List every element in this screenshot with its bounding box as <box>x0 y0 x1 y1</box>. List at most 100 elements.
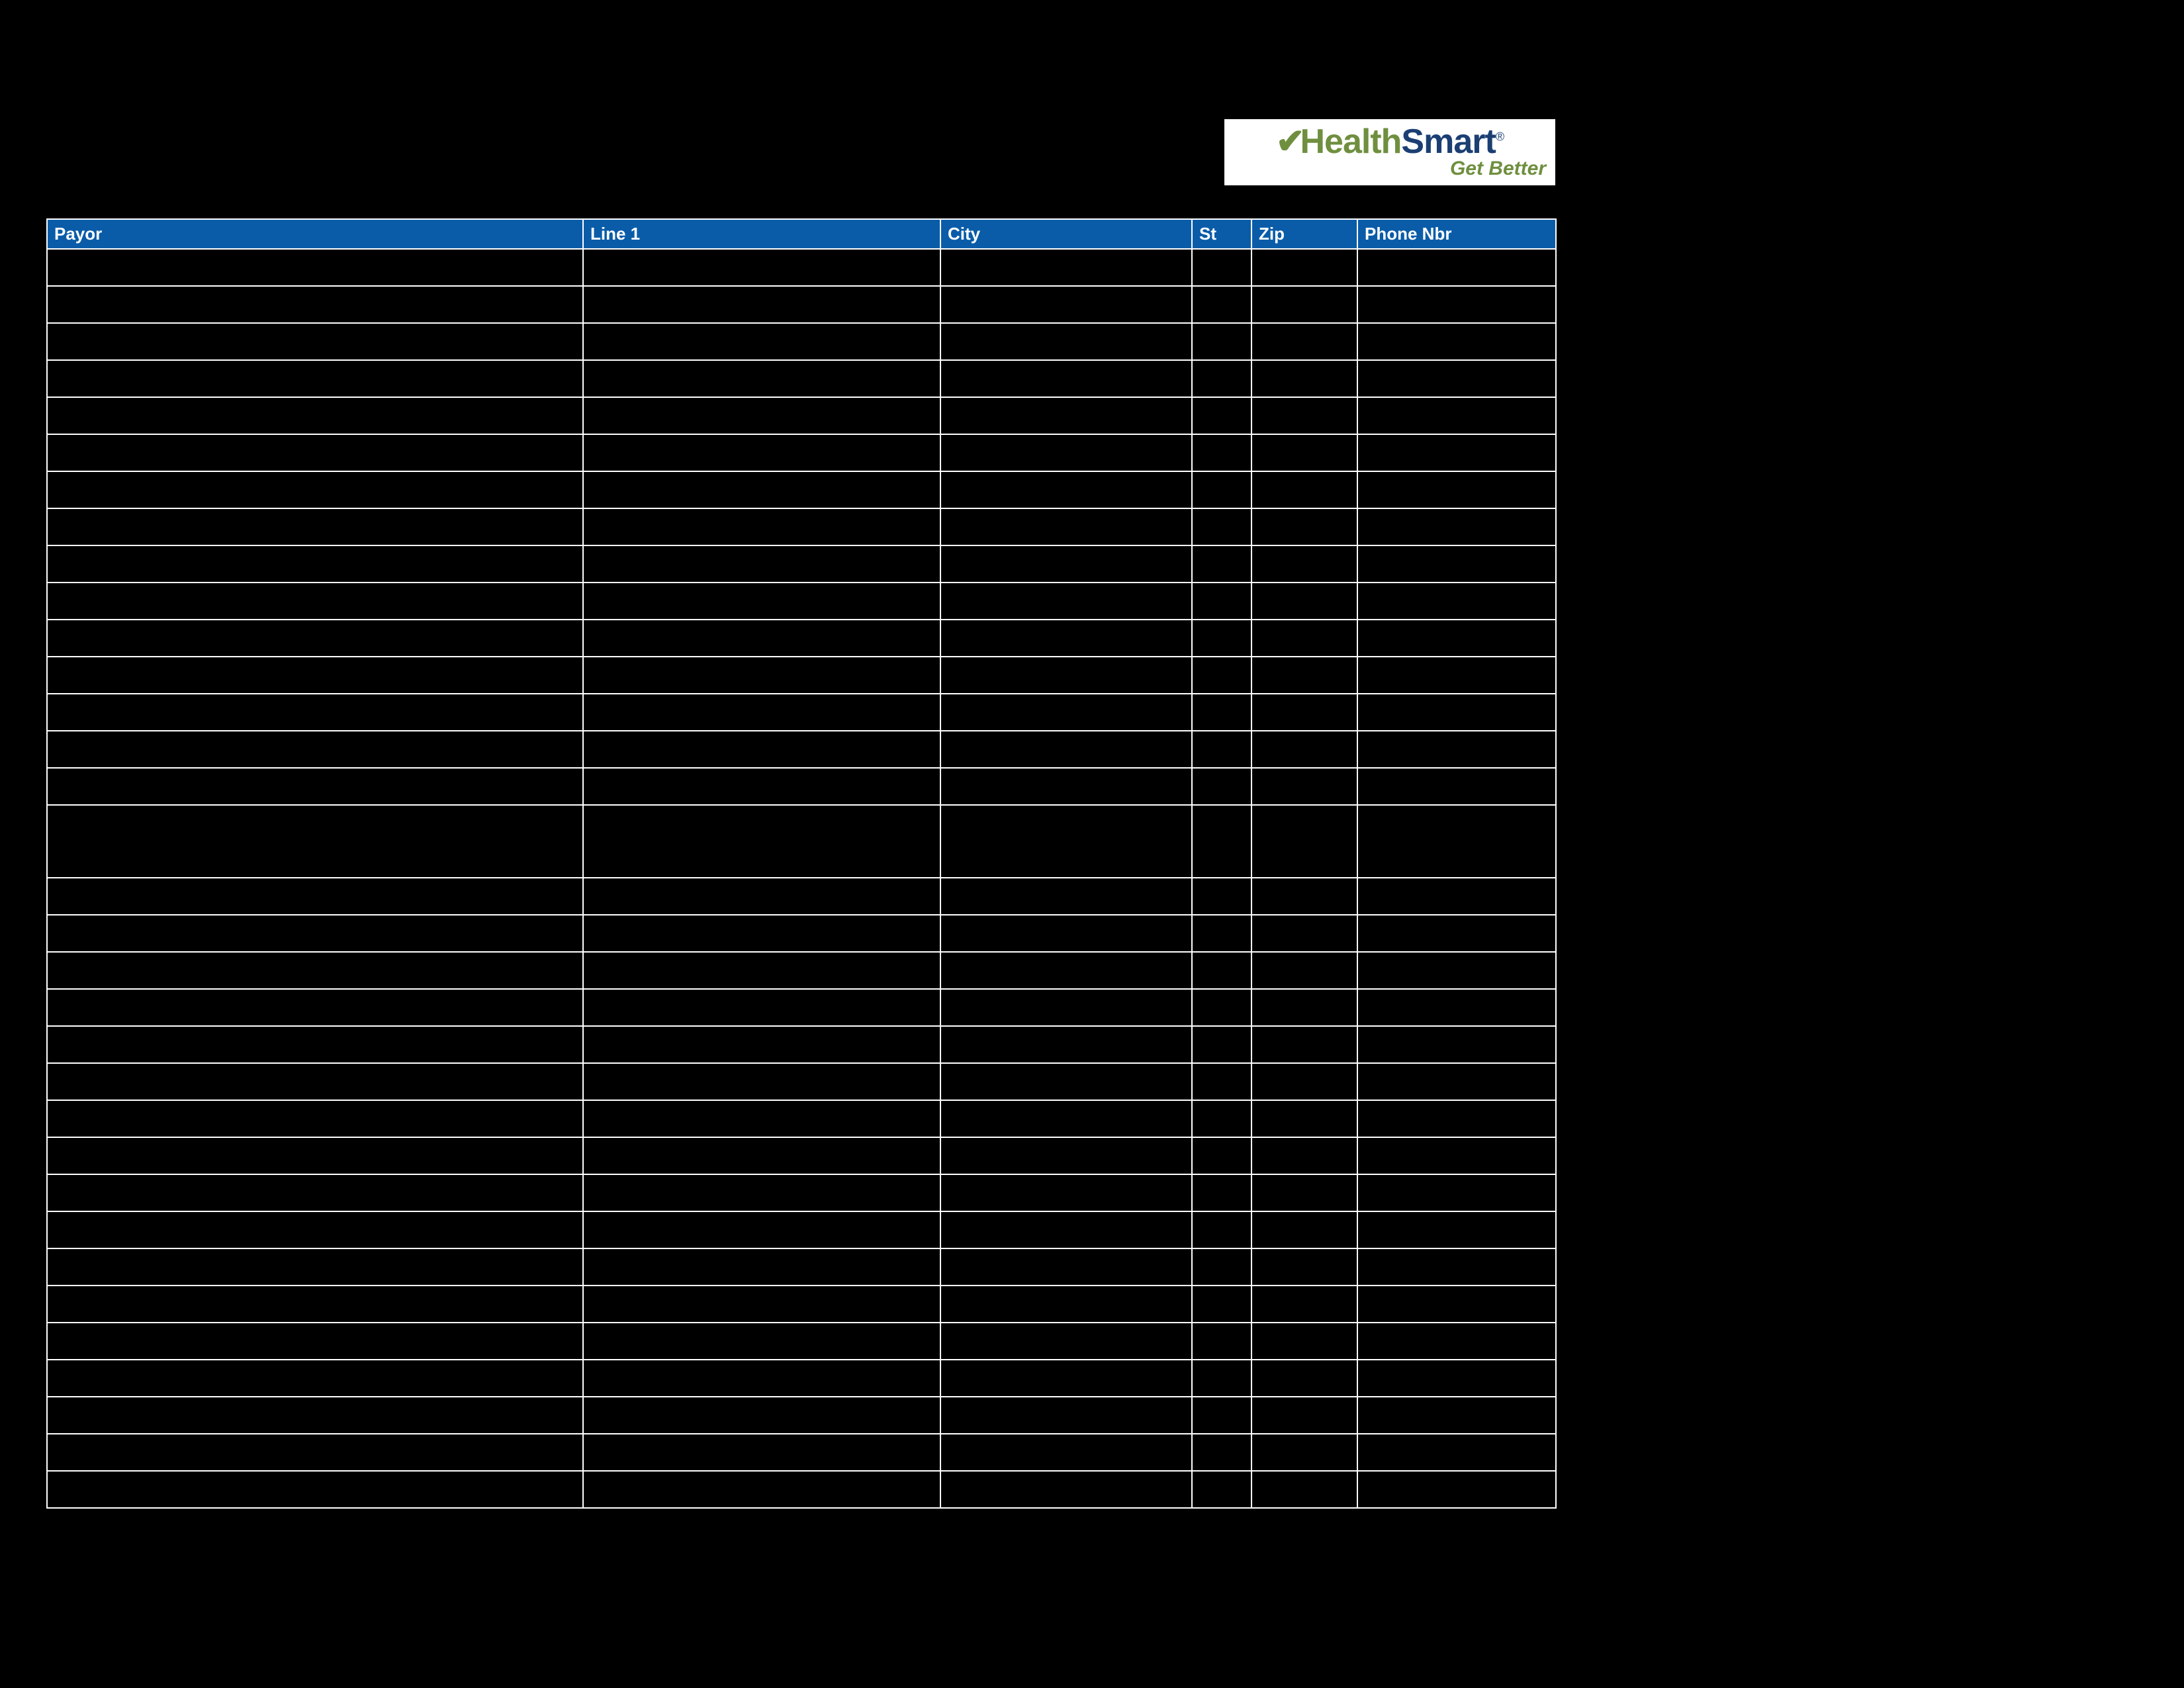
table-cell <box>47 1174 583 1211</box>
table-cell <box>1251 1137 1357 1174</box>
table-cell <box>47 989 583 1026</box>
table-cell <box>1251 878 1357 915</box>
table-row <box>47 1471 1556 1508</box>
table-cell <box>47 1434 583 1471</box>
table-cell <box>47 952 583 989</box>
table-cell <box>1192 1063 1251 1100</box>
table-cell <box>1192 1397 1251 1434</box>
table-cell <box>1251 1211 1357 1248</box>
table-cell <box>940 731 1192 768</box>
table-cell <box>583 471 940 508</box>
table-header-row: Payor Line 1 City St Zip Phone Nbr <box>47 219 1556 249</box>
table-cell <box>47 508 583 545</box>
table-cell <box>1357 694 1556 731</box>
table-cell <box>1192 768 1251 805</box>
table-cell <box>47 434 583 471</box>
table-row <box>47 360 1556 397</box>
table-cell <box>940 952 1192 989</box>
table-cell <box>940 1174 1192 1211</box>
table-row <box>47 1100 1556 1137</box>
table-cell <box>1251 360 1357 397</box>
logo-tagline: Get Better <box>1450 158 1550 180</box>
table-cell <box>1357 545 1556 583</box>
table-cell <box>1251 1360 1357 1397</box>
table-cell <box>47 1211 583 1248</box>
table-cell <box>940 286 1192 323</box>
table-cell <box>1251 545 1357 583</box>
table-body <box>47 249 1556 1508</box>
table-cell <box>1251 249 1357 286</box>
table-cell <box>1357 878 1556 915</box>
table-row <box>47 1026 1556 1063</box>
table-cell <box>583 508 940 545</box>
table-cell <box>940 323 1192 360</box>
table-cell <box>47 545 583 583</box>
table-cell <box>583 360 940 397</box>
col-header-zip: Zip <box>1251 219 1357 249</box>
table-cell <box>583 878 940 915</box>
table-cell <box>47 731 583 768</box>
table-row <box>47 1434 1556 1471</box>
table-cell <box>1251 989 1357 1026</box>
table-cell <box>940 657 1192 694</box>
table-cell <box>1357 805 1556 878</box>
table-cell <box>47 694 583 731</box>
table-cell <box>940 1248 1192 1286</box>
table-row <box>47 878 1556 915</box>
table-cell <box>1251 1397 1357 1434</box>
table-row <box>47 583 1556 620</box>
table-row <box>47 545 1556 583</box>
table-cell <box>1251 1323 1357 1360</box>
table-cell <box>1357 397 1556 434</box>
table-cell <box>940 1434 1192 1471</box>
table-cell <box>940 1360 1192 1397</box>
table-cell <box>1251 768 1357 805</box>
table-row <box>47 434 1556 471</box>
table-cell <box>47 1137 583 1174</box>
table-cell <box>1192 286 1251 323</box>
table-cell <box>1192 1323 1251 1360</box>
table-cell <box>1357 768 1556 805</box>
table-cell <box>940 397 1192 434</box>
table-cell <box>47 1286 583 1323</box>
table-cell <box>940 471 1192 508</box>
table-cell <box>47 768 583 805</box>
table-cell <box>47 1026 583 1063</box>
table-cell <box>940 878 1192 915</box>
table-row <box>47 1063 1556 1100</box>
table-row <box>47 1360 1556 1397</box>
table-row <box>47 1137 1556 1174</box>
table-row <box>47 952 1556 989</box>
table-cell <box>1251 1026 1357 1063</box>
table-cell <box>940 620 1192 657</box>
table-cell <box>583 694 940 731</box>
table-cell <box>1357 989 1556 1026</box>
table-cell <box>940 694 1192 731</box>
table-cell <box>1192 249 1251 286</box>
table-cell <box>583 1434 940 1471</box>
table-cell <box>1357 1434 1556 1471</box>
table-cell <box>1357 508 1556 545</box>
table-cell <box>1192 434 1251 471</box>
table-cell <box>1251 1063 1357 1100</box>
table-cell <box>1251 1248 1357 1286</box>
table-cell <box>1192 323 1251 360</box>
table-cell <box>583 434 940 471</box>
table-cell <box>1192 694 1251 731</box>
table-cell <box>47 471 583 508</box>
table-cell <box>583 545 940 583</box>
table-cell <box>583 1471 940 1508</box>
table-row <box>47 768 1556 805</box>
table-cell <box>583 1026 940 1063</box>
table-row <box>47 620 1556 657</box>
table-cell <box>940 434 1192 471</box>
table-cell <box>1357 1174 1556 1211</box>
table-cell <box>583 1248 940 1286</box>
col-header-payor: Payor <box>47 219 583 249</box>
table-cell <box>940 545 1192 583</box>
table-cell <box>1251 952 1357 989</box>
table-cell <box>1192 1211 1251 1248</box>
table-cell <box>1357 1100 1556 1137</box>
table-cell <box>1192 1471 1251 1508</box>
table-cell <box>1357 1397 1556 1434</box>
